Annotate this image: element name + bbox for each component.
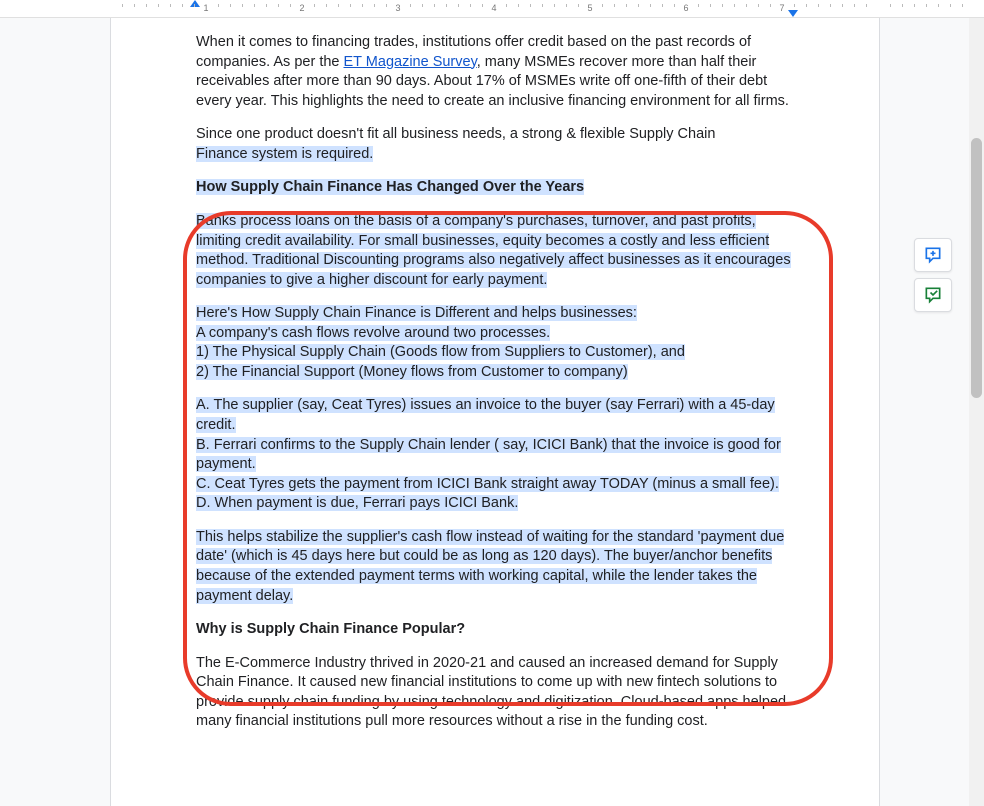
ruler-number: 5: [587, 3, 592, 13]
ruler-number: 1: [203, 3, 208, 13]
highlighted-text[interactable]: D. When payment is due, Ferrari pays ICI…: [196, 495, 518, 511]
add-comment-button[interactable]: [914, 238, 952, 272]
highlighted-text[interactable]: C. Ceat Tyres gets the payment from ICIC…: [196, 476, 779, 492]
ruler-number: 3: [395, 3, 400, 13]
ruler-number: 4: [491, 3, 496, 13]
comment-plus-icon: [923, 245, 943, 265]
body-text[interactable]: Since one product doesn't fit all busine…: [196, 126, 715, 142]
highlighted-text[interactable]: B. Ferrari confirms to the Supply Chain …: [196, 437, 781, 473]
highlighted-text[interactable]: Banks process loans on the basis of a co…: [196, 213, 791, 288]
paragraph[interactable]: The E-Commerce Industry thrived in 2020-…: [196, 654, 794, 732]
hyperlink[interactable]: ET Magazine Survey: [344, 54, 477, 70]
ruler-number: 6: [683, 3, 688, 13]
editor-area: When it comes to financing trades, insti…: [0, 18, 984, 806]
scroll-thumb[interactable]: [971, 138, 982, 398]
highlighted-text[interactable]: Finance system is required.: [196, 146, 373, 162]
floating-tools: [914, 238, 954, 312]
right-indent-marker[interactable]: [788, 10, 798, 17]
highlighted-text[interactable]: 2) The Financial Support (Money flows fr…: [196, 364, 628, 380]
paragraph[interactable]: Since one product doesn't fit all busine…: [196, 125, 794, 164]
left-indent-marker[interactable]: [190, 0, 200, 7]
paragraph[interactable]: A. The supplier (say, Ceat Tyres) issues…: [196, 396, 794, 513]
paragraph[interactable]: This helps stabilize the supplier's cash…: [196, 528, 794, 606]
highlighted-text[interactable]: A company's cash flows revolve around tw…: [196, 325, 550, 341]
highlighted-text[interactable]: How Supply Chain Finance Has Changed Ove…: [196, 179, 584, 195]
paragraph[interactable]: When it comes to financing trades, insti…: [196, 33, 794, 111]
horizontal-ruler: 1 2 3 4 5 6 7: [0, 0, 984, 18]
section-heading[interactable]: Why is Supply Chain Finance Popular?: [196, 620, 794, 640]
highlighted-text[interactable]: This helps stabilize the supplier's cash…: [196, 529, 784, 604]
paragraph[interactable]: Here's How Supply Chain Finance is Diffe…: [196, 304, 794, 382]
highlighted-text[interactable]: A. The supplier (say, Ceat Tyres) issues…: [196, 397, 775, 433]
ruler-number: 7: [779, 3, 784, 13]
highlighted-text[interactable]: Here's How Supply Chain Finance is Diffe…: [196, 305, 637, 321]
suggest-edits-button[interactable]: [914, 278, 952, 312]
highlighted-text[interactable]: 1) The Physical Supply Chain (Goods flow…: [196, 344, 685, 360]
document-page[interactable]: When it comes to financing trades, insti…: [110, 18, 880, 806]
paragraph[interactable]: Banks process loans on the basis of a co…: [196, 212, 794, 290]
vertical-scrollbar[interactable]: [969, 18, 984, 806]
suggest-icon: [923, 285, 943, 305]
section-heading[interactable]: How Supply Chain Finance Has Changed Ove…: [196, 178, 794, 198]
ruler-number: 2: [299, 3, 304, 13]
